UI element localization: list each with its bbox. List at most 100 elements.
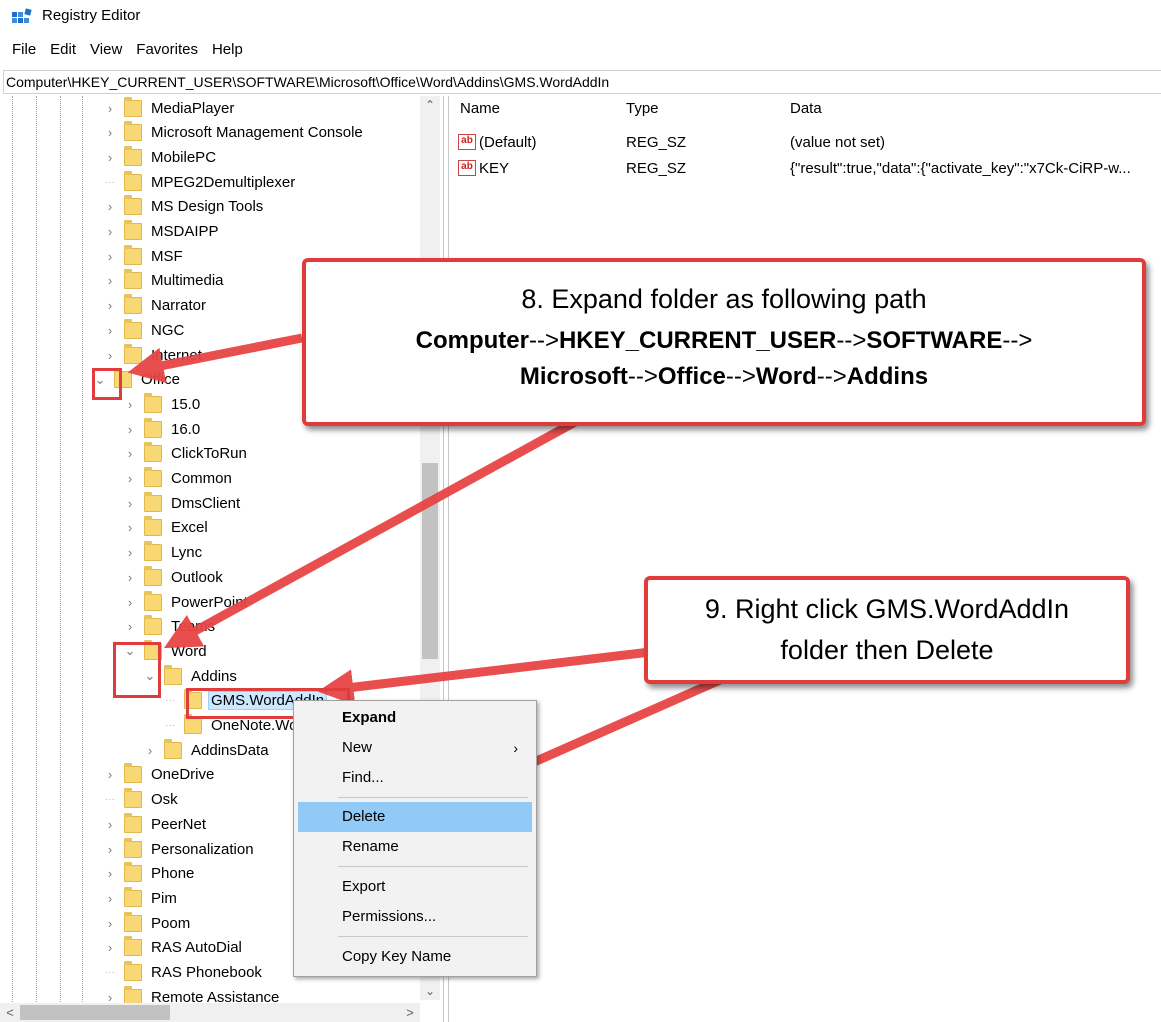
tree-node-label: MSDAIPP <box>151 223 219 240</box>
value-row[interactable]: ab (Default) <box>458 131 537 153</box>
menu-view[interactable]: View <box>83 38 129 62</box>
scroll-thumb[interactable] <box>422 463 438 659</box>
string-value-icon: ab <box>458 160 476 176</box>
tree-node[interactable]: › Phone <box>102 862 197 886</box>
ctx-new[interactable]: New › <box>298 733 532 763</box>
expand-chevron-icon[interactable]: › <box>102 891 118 906</box>
tree-node[interactable]: › DmsClient <box>122 491 243 515</box>
expand-chevron-icon[interactable]: › <box>142 743 158 758</box>
tree-node[interactable]: › Narrator <box>102 294 209 318</box>
tree-node[interactable]: › Personalization <box>102 837 257 861</box>
path-separator: --> <box>528 327 559 354</box>
tree-node[interactable]: › Teams <box>122 615 218 639</box>
expand-chevron-icon[interactable]: › <box>102 348 118 363</box>
tree-node-label: Office <box>141 371 180 389</box>
tree-node[interactable]: › Poom <box>102 911 193 935</box>
value-row[interactable]: ab KEY <box>458 157 509 179</box>
expand-chevron-icon[interactable]: › <box>102 842 118 857</box>
expand-chevron-icon[interactable]: › <box>122 619 138 634</box>
ctx-export[interactable]: Export <box>298 872 532 902</box>
tree-node[interactable]: › 16.0 <box>122 417 203 441</box>
expand-chevron-icon[interactable]: › <box>122 595 138 610</box>
column-header-name[interactable]: Name <box>460 100 500 124</box>
expand-chevron-icon[interactable]: › <box>102 101 118 116</box>
scroll-up-icon[interactable]: ⌃ <box>420 96 440 114</box>
tree-node[interactable]: ··· Osk <box>102 788 181 812</box>
menu-edit[interactable]: Edit <box>43 38 83 62</box>
ctx-permissions[interactable]: Permissions... <box>298 902 532 932</box>
tree-node-label: AddinsData <box>191 741 269 759</box>
value-type: REG_SZ <box>626 133 687 151</box>
expand-chevron-icon[interactable]: › <box>102 199 118 214</box>
callout-path-line-2: Microsoft-->Office-->Word-->Addins <box>306 363 1142 391</box>
tree-node[interactable]: › MobilePC <box>102 145 219 169</box>
tree-node[interactable]: › Pim <box>102 886 180 910</box>
expand-chevron-icon[interactable]: › <box>122 422 138 437</box>
tree-node[interactable]: › 15.0 <box>122 392 203 416</box>
tree-connector-icon: ··· <box>165 695 175 707</box>
expand-chevron-icon[interactable]: › <box>122 471 138 486</box>
expand-chevron-icon[interactable]: › <box>102 767 118 782</box>
folder-icon <box>124 886 142 907</box>
tree-node[interactable]: › Internet <box>102 343 205 367</box>
tree-node[interactable]: › Lync <box>122 541 205 565</box>
tree-node[interactable]: ··· RAS Phonebook <box>102 961 265 985</box>
ctx-rename[interactable]: Rename <box>298 832 532 862</box>
scroll-thumb-h[interactable] <box>20 1005 170 1020</box>
tree-node[interactable]: › Outlook <box>122 565 226 589</box>
expand-chevron-icon[interactable]: › <box>102 817 118 832</box>
ctx-copy-key-name[interactable]: Copy Key Name <box>298 942 532 972</box>
tree-node[interactable]: › Multimedia <box>102 269 227 293</box>
expand-chevron-icon[interactable]: › <box>102 940 118 955</box>
tree-node[interactable]: › Excel <box>122 516 211 540</box>
string-value-icon: ab <box>458 134 476 150</box>
scroll-left-icon[interactable]: < <box>0 1003 20 1022</box>
expand-chevron-icon[interactable]: › <box>122 496 138 511</box>
scroll-down-icon[interactable]: ⌄ <box>420 982 440 1000</box>
address-bar[interactable]: Computer\HKEY_CURRENT_USER\SOFTWARE\Micr… <box>3 70 1161 94</box>
column-header-type[interactable]: Type <box>626 100 659 124</box>
expand-chevron-icon[interactable]: › <box>122 397 138 412</box>
ctx-find[interactable]: Find... <box>298 763 532 793</box>
expand-chevron-icon[interactable]: › <box>102 224 118 239</box>
expand-chevron-icon[interactable]: › <box>102 866 118 881</box>
tree-node[interactable]: › AddinsData <box>142 738 272 762</box>
expand-chevron-icon[interactable]: › <box>122 446 138 461</box>
expand-chevron-icon[interactable]: › <box>102 298 118 313</box>
tree-node[interactable]: › MS Design Tools <box>102 195 266 219</box>
expand-chevron-icon[interactable]: › <box>102 249 118 264</box>
expand-chevron-icon[interactable]: › <box>102 323 118 338</box>
expand-chevron-icon[interactable]: › <box>102 916 118 931</box>
tree-node[interactable]: › ClickToRun <box>122 442 250 466</box>
tree-node-label: Outlook <box>171 568 223 586</box>
menu-favorites[interactable]: Favorites <box>129 38 205 62</box>
expand-chevron-icon[interactable]: › <box>102 150 118 165</box>
expand-chevron-icon[interactable]: › <box>102 125 118 140</box>
expand-chevron-icon[interactable]: › <box>122 570 138 585</box>
tree-node[interactable]: › MSF <box>102 244 186 268</box>
menu-help[interactable]: Help <box>205 38 250 62</box>
tree-horizontal-scrollbar[interactable]: < > <box>0 1003 420 1022</box>
expand-chevron-icon[interactable]: › <box>122 520 138 535</box>
column-header-data[interactable]: Data <box>790 100 822 124</box>
tree-node[interactable]: › OneDrive <box>102 763 217 787</box>
scroll-right-icon[interactable]: > <box>400 1003 420 1022</box>
tree-guide-line <box>12 96 13 1022</box>
folder-icon <box>164 738 182 759</box>
tree-node[interactable]: › PowerPoint <box>122 590 251 614</box>
tree-node[interactable]: ··· MPEG2Demultiplexer <box>102 170 298 194</box>
tree-node[interactable]: › PeerNet <box>102 812 209 836</box>
tree-node[interactable]: › NGC <box>102 318 187 342</box>
tree-node[interactable]: › Common <box>122 467 235 491</box>
tree-node[interactable]: › RAS AutoDial <box>102 936 245 960</box>
tree-node[interactable]: › MediaPlayer <box>102 96 237 120</box>
ctx-delete[interactable]: Delete <box>298 802 532 832</box>
expand-chevron-icon[interactable]: › <box>122 545 138 560</box>
expand-chevron-icon[interactable]: › <box>102 273 118 288</box>
menu-file[interactable]: File <box>0 38 43 62</box>
tree-node[interactable]: › MSDAIPP <box>102 220 222 244</box>
folder-icon <box>124 862 142 883</box>
ctx-expand[interactable]: Expand <box>298 703 532 733</box>
tree-node[interactable]: › Microsoft Management Console <box>102 121 366 145</box>
folder-icon <box>124 763 142 784</box>
